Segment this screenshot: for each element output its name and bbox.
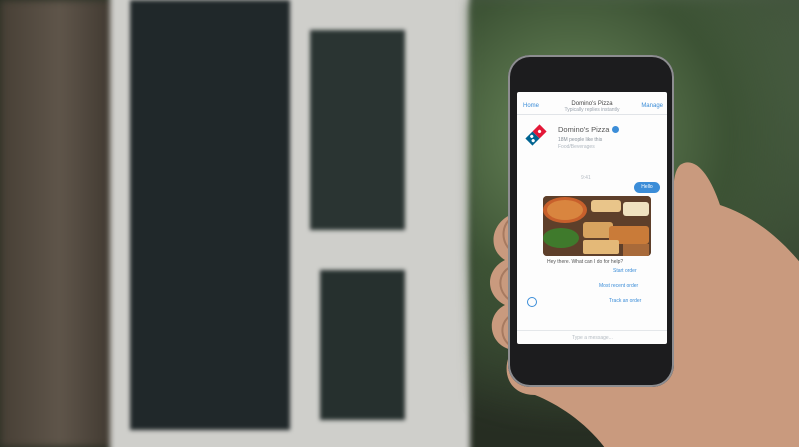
quick-reply-recent-order[interactable]: Most recent order	[599, 283, 638, 289]
chat-header: Home Domino's Pizza Typically replies in…	[517, 92, 667, 115]
bot-message: Hey there. What can I do for help?	[547, 259, 624, 265]
chat-subtitle: Typically replies instantly	[564, 107, 620, 113]
business-category: Food/Beverages	[558, 144, 595, 150]
back-button[interactable]: Home	[523, 103, 539, 109]
dominos-logo-icon	[525, 124, 547, 146]
pizza-photo	[543, 196, 651, 256]
window-pane	[320, 270, 405, 420]
user-message-bubble: Hello	[634, 182, 660, 193]
quick-reply-start-order[interactable]: Start order	[613, 268, 637, 274]
message-timestamp: 9:41	[581, 175, 591, 181]
chat-title: Domino's Pizza Typically replies instant…	[557, 101, 627, 113]
window-pane	[130, 0, 290, 430]
quick-reply-track-order[interactable]: Track an order	[609, 298, 641, 304]
blurred-wall	[0, 0, 120, 447]
composer-placeholder: Type a message...	[572, 335, 613, 341]
manage-button[interactable]: Manage	[641, 103, 663, 109]
window-pane	[310, 30, 405, 230]
business-name: Domino's Pizza	[558, 125, 610, 134]
messenger-screen: Home Domino's Pizza Typically replies in…	[517, 92, 667, 344]
verified-badge-icon	[612, 126, 619, 133]
photo-scene: Home Domino's Pizza Typically replies in…	[0, 0, 799, 447]
business-likes: 18M people like this	[558, 137, 603, 143]
bot-avatar-icon	[527, 297, 537, 307]
